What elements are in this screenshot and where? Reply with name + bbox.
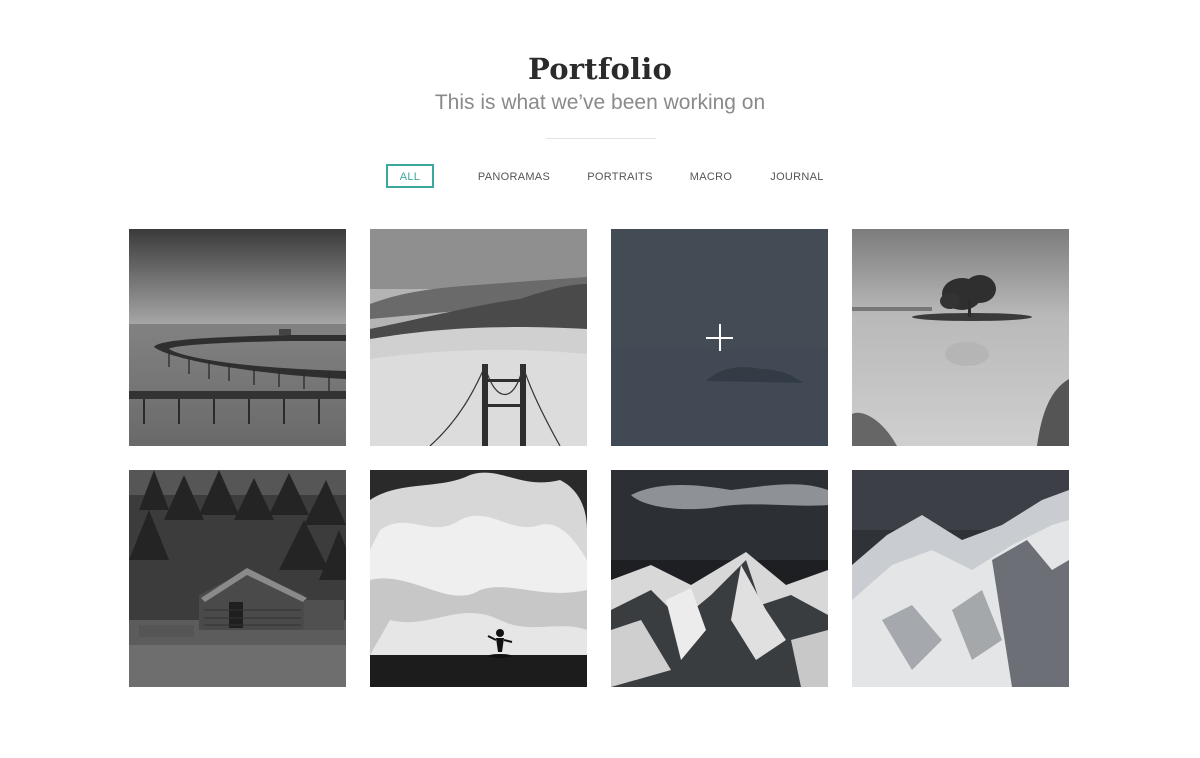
portfolio-item-tree-island[interactable] <box>852 229 1069 446</box>
portfolio-item-pier[interactable] <box>129 229 346 446</box>
filter-bar: ALL PANORAMAS PORTRAITS MACRO JOURNAL <box>0 164 1200 188</box>
filter-journal[interactable]: JOURNAL <box>765 164 829 188</box>
portfolio-item-surfer[interactable] <box>370 470 587 687</box>
filter-portraits[interactable]: PORTRAITS <box>584 164 656 188</box>
header: Portfolio This is what we’ve been workin… <box>0 50 1200 117</box>
filter-panoramas[interactable]: PANORAMAS <box>472 164 556 188</box>
ridge-photo <box>852 470 1069 687</box>
portfolio-item-island[interactable] <box>611 229 828 446</box>
portfolio-item-peaks[interactable] <box>611 470 828 687</box>
portfolio-item-ridge[interactable] <box>852 470 1069 687</box>
bridge-photo <box>370 229 587 446</box>
pier-photo <box>129 229 346 446</box>
filter-macro[interactable]: MACRO <box>685 164 737 188</box>
peaks-photo <box>611 470 828 687</box>
tree-island-photo <box>852 229 1069 446</box>
surfer-photo <box>370 470 587 687</box>
page-title: Portfolio <box>527 52 673 86</box>
portfolio-item-bridge[interactable] <box>370 229 587 446</box>
page-subtitle: This is what we’ve been working on <box>434 91 766 114</box>
header-divider <box>546 138 656 139</box>
portfolio-item-cabin[interactable] <box>129 470 346 687</box>
plus-icon[interactable] <box>706 324 733 351</box>
cabin-photo <box>129 470 346 687</box>
filter-all[interactable]: ALL <box>386 164 434 188</box>
